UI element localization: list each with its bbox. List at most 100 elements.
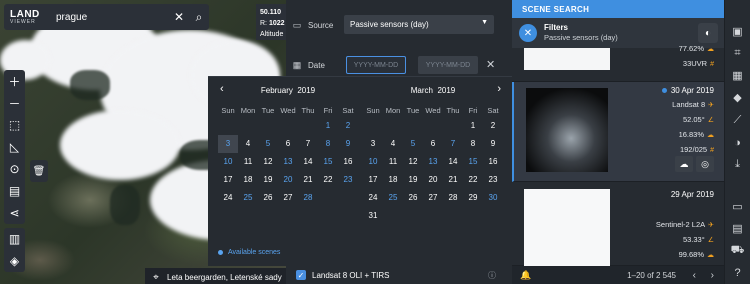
calendar-day[interactable]: 28 bbox=[298, 189, 318, 207]
layers-icon[interactable]: ◈ bbox=[4, 250, 25, 272]
stats-icon[interactable]: ▥ bbox=[4, 228, 25, 250]
next-month-icon[interactable]: › bbox=[497, 83, 501, 95]
scene-card-active[interactable]: 30 Apr 2019 Landsat 8 ✈ 52.05° ∠ 16.83% ☁ 1… bbox=[512, 82, 724, 182]
calendar-day[interactable]: 4 bbox=[238, 135, 258, 153]
calendar-day[interactable]: 18 bbox=[238, 171, 258, 189]
calendar-day[interactable]: 5 bbox=[258, 135, 278, 153]
calendar-day[interactable]: 4 bbox=[383, 135, 403, 153]
calendar-day[interactable]: 24 bbox=[218, 189, 238, 207]
calendar-day[interactable]: 2 bbox=[483, 117, 503, 135]
clear-search-icon[interactable]: ✕ bbox=[169, 10, 189, 24]
target-icon[interactable]: ◎ bbox=[696, 156, 714, 172]
satellite-checkbox[interactable]: ✓ bbox=[296, 270, 306, 280]
app-logo[interactable]: LAND VIEWER bbox=[4, 4, 48, 30]
calendar-day[interactable]: 8 bbox=[463, 135, 483, 153]
satellite-option[interactable]: ✓ Landsat 8 OLI + TIRS ⓘ bbox=[286, 266, 512, 284]
filter-toggle-icon[interactable]: ◐ bbox=[698, 23, 718, 43]
calendar-day[interactable]: 12 bbox=[403, 153, 423, 171]
cart-icon[interactable]: ⛟ bbox=[725, 239, 750, 261]
gallery-icon[interactable]: ▦ bbox=[725, 65, 750, 87]
source-select[interactable]: Passive sensors (day) ▼ bbox=[344, 15, 494, 34]
calendar-day[interactable]: 20 bbox=[278, 171, 298, 189]
prev-month-icon[interactable]: ‹ bbox=[220, 83, 224, 95]
calendar-day[interactable]: 10 bbox=[363, 153, 383, 171]
scene-card[interactable]: 77.62% ☁ 33UVR # bbox=[512, 44, 724, 82]
date-to-input[interactable]: YYYY-MM-DD bbox=[418, 56, 478, 74]
calendar-day[interactable]: 18 bbox=[383, 171, 403, 189]
calendar-day[interactable]: 9 bbox=[483, 135, 503, 153]
calendar-day[interactable]: 1 bbox=[463, 117, 483, 135]
prev-page-icon[interactable]: ‹ bbox=[693, 270, 696, 281]
image-icon[interactable]: ▣ bbox=[725, 20, 750, 42]
calendar-day[interactable]: 21 bbox=[443, 171, 463, 189]
calendar-day[interactable]: 9 bbox=[338, 135, 358, 153]
book-icon[interactable]: ▤ bbox=[725, 217, 750, 239]
calendar-day[interactable]: 23 bbox=[338, 171, 358, 189]
trash-icon[interactable]: 🗑 bbox=[30, 160, 48, 182]
calendar-day[interactable]: 6 bbox=[423, 135, 443, 153]
calendar-day[interactable]: 22 bbox=[318, 171, 338, 189]
calendar-day[interactable]: 22 bbox=[463, 171, 483, 189]
calendar-day[interactable]: 24 bbox=[363, 189, 383, 207]
calendar-day[interactable]: 23 bbox=[483, 171, 503, 189]
bell-icon[interactable]: 🔔 bbox=[520, 270, 531, 281]
calendar-day[interactable]: 12 bbox=[258, 153, 278, 171]
calendar-day[interactable]: 28 bbox=[443, 189, 463, 207]
layers-icon[interactable]: ◆ bbox=[725, 87, 750, 109]
book-icon[interactable]: ▤ bbox=[4, 180, 25, 202]
calendar-day[interactable]: 5 bbox=[403, 135, 423, 153]
calendar-day[interactable]: 30 bbox=[483, 189, 503, 207]
calendar-day[interactable]: 25 bbox=[383, 189, 403, 207]
calendar-day[interactable]: 10 bbox=[218, 153, 238, 171]
scene-card[interactable]: 29 Apr 2019 Sentinel-2 L2A ✈ 53.33° ∠ 99.6… bbox=[512, 182, 724, 266]
calendar-day[interactable]: 25 bbox=[238, 189, 258, 207]
calendar-day[interactable]: 1 bbox=[318, 117, 338, 135]
crop-icon[interactable]: ⌗ bbox=[725, 42, 750, 64]
chart-icon[interactable]: ⟋ bbox=[725, 109, 750, 131]
calendar-day[interactable]: 15 bbox=[318, 153, 338, 171]
help-icon[interactable]: ? bbox=[725, 262, 750, 284]
calendar-day[interactable]: 3 bbox=[218, 135, 238, 153]
calendar-day[interactable]: 11 bbox=[238, 153, 258, 171]
comment-icon[interactable]: ▭ bbox=[725, 195, 750, 217]
contrast-icon[interactable]: ◑ bbox=[725, 131, 750, 153]
calendar-day[interactable]: 2 bbox=[338, 117, 358, 135]
calendar-day[interactable]: 19 bbox=[403, 171, 423, 189]
calendar-day[interactable]: 21 bbox=[298, 171, 318, 189]
calendar-day[interactable]: 16 bbox=[483, 153, 503, 171]
info-icon[interactable]: ⓘ bbox=[488, 270, 496, 281]
close-filters-icon[interactable]: ✕ bbox=[519, 24, 537, 42]
calendar-day[interactable]: 29 bbox=[463, 189, 483, 207]
calendar-day[interactable]: 11 bbox=[383, 153, 403, 171]
date-from-input[interactable]: YYYY-MM-DD bbox=[346, 56, 406, 74]
share-icon[interactable]: ⋖ bbox=[4, 202, 25, 224]
calendar-day[interactable]: 26 bbox=[403, 189, 423, 207]
area-select-icon[interactable]: ⬚ bbox=[4, 114, 25, 136]
calendar-day[interactable]: 7 bbox=[298, 135, 318, 153]
pin-icon[interactable]: ⊙ bbox=[4, 158, 25, 180]
calendar-day[interactable]: 31 bbox=[363, 207, 383, 225]
search-icon[interactable]: ⌕ bbox=[189, 10, 209, 25]
calendar-day[interactable]: 14 bbox=[443, 153, 463, 171]
calendar-day[interactable]: 13 bbox=[278, 153, 298, 171]
calendar-day[interactable]: 19 bbox=[258, 171, 278, 189]
calendar-day[interactable]: 16 bbox=[338, 153, 358, 171]
calendar-day[interactable]: 6 bbox=[278, 135, 298, 153]
clear-date-icon[interactable]: ✕ bbox=[486, 58, 495, 71]
calendar-day[interactable]: 8 bbox=[318, 135, 338, 153]
calendar-day[interactable]: 20 bbox=[423, 171, 443, 189]
calendar-day[interactable]: 14 bbox=[298, 153, 318, 171]
search-input[interactable]: prague bbox=[48, 12, 169, 23]
calendar-day[interactable]: 3 bbox=[363, 135, 383, 153]
calendar-day[interactable]: 15 bbox=[463, 153, 483, 171]
calendar-day[interactable]: 13 bbox=[423, 153, 443, 171]
ruler-icon[interactable]: ◺ bbox=[4, 136, 25, 158]
download-icon[interactable]: ⤓ bbox=[725, 154, 750, 176]
next-page-icon[interactable]: › bbox=[711, 270, 714, 281]
zoom-out-icon[interactable]: － bbox=[4, 92, 25, 114]
download-cloud-icon[interactable]: ☁ bbox=[675, 156, 693, 172]
zoom-in-icon[interactable]: ＋ bbox=[4, 70, 25, 92]
calendar-day[interactable]: 26 bbox=[258, 189, 278, 207]
calendar-day[interactable]: 17 bbox=[218, 171, 238, 189]
calendar-day[interactable]: 7 bbox=[443, 135, 463, 153]
